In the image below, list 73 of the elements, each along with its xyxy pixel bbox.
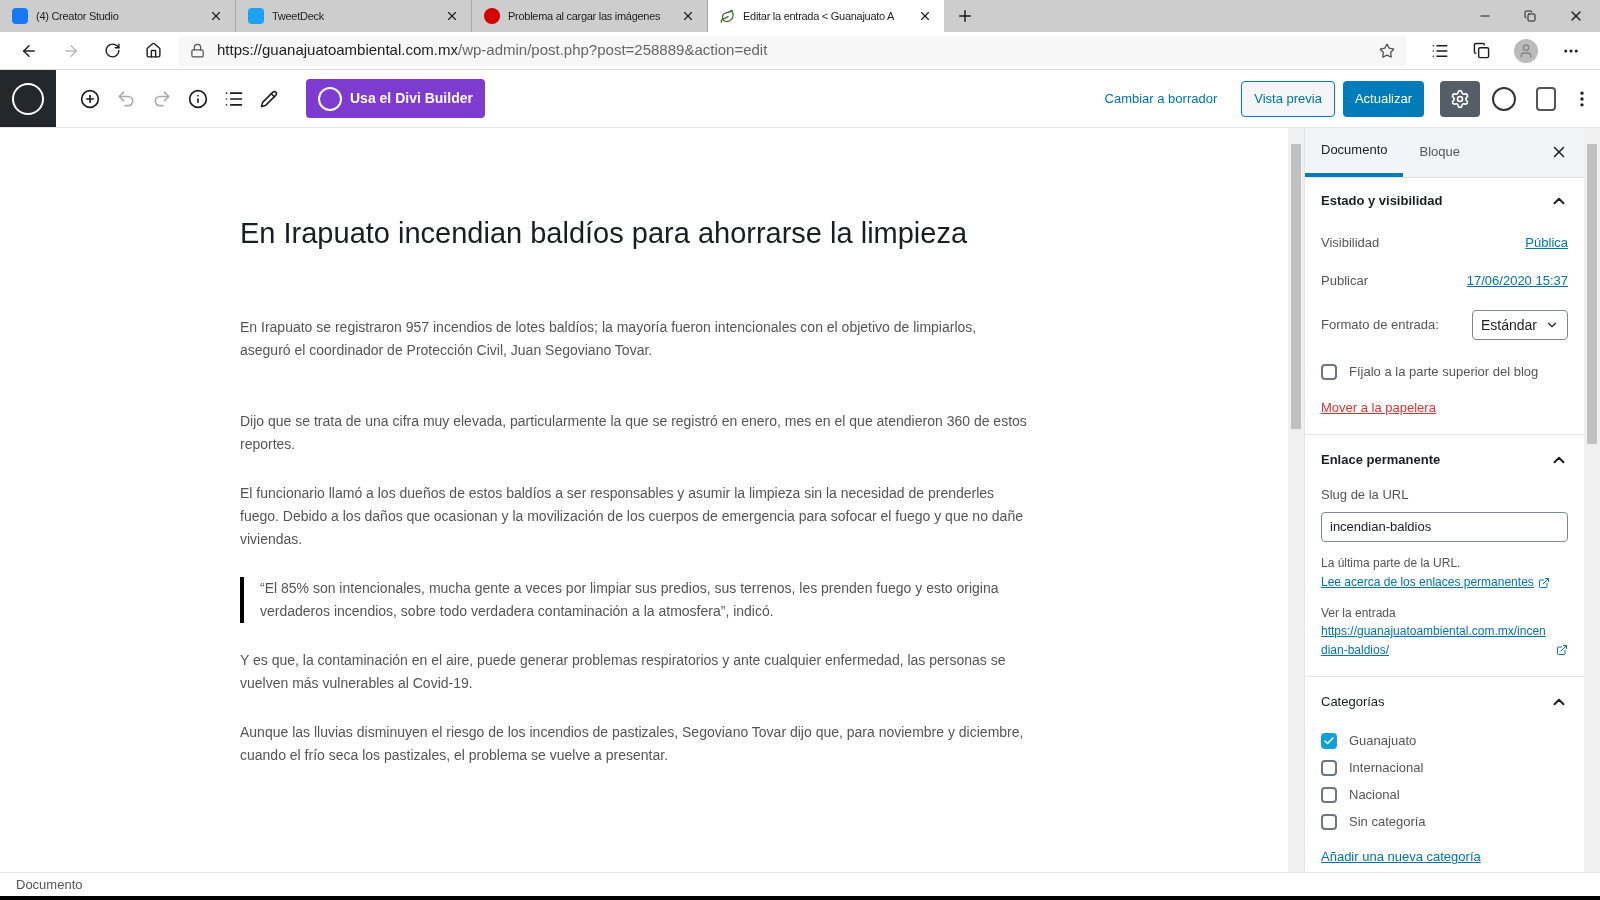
close-icon[interactable] — [681, 9, 695, 23]
tab-title: (4) Creator Studio — [36, 8, 120, 24]
field-label: Formato de entrada: — [1321, 316, 1439, 335]
new-tab-icon[interactable] — [956, 7, 974, 25]
preview-button[interactable]: Vista previa — [1241, 80, 1335, 117]
post-title[interactable]: En Irapuato incendian baldíos para ahorrarse la limpieza — [240, 212, 1028, 256]
check-icon — [1323, 734, 1335, 747]
paragraph[interactable]: Aunque las lluvias disminuyen el riesgo de los incendios de pastizales, Segoviano Tovar dijo que, para noviembre y diciembre, cuando el frío seca los pastizales, el problema se vuelve a presentar. — [240, 720, 1028, 767]
gear-icon — [1450, 88, 1470, 109]
checkbox-label: Nacional — [1349, 785, 1400, 804]
quote-text[interactable]: “El 85% son intencionales, mucha gente a veces por limpiar sus predios, sus terrenos, les prenden fuego y esto origina verdaderos incendios, sobre todo verdadera contaminación a la atmosfera”, indicó. — [260, 576, 1028, 623]
trash-link[interactable]: Mover a la papelera — [1321, 398, 1568, 418]
scrollbar[interactable] — [1288, 128, 1304, 872]
paragraph[interactable]: El funcionario llamó a los dueños de estos baldíos a ser responsables y asumir la limpieza sin la necesidad de prenderles fuego. Debido a los daños que ocasionan y la movilización de los cuerpos de emergencia para sofocar el fuego y que no dañe viviendas. — [240, 481, 1028, 551]
add-block-icon[interactable] — [80, 88, 100, 109]
checkbox-label: Fíjalo a la parte superior del blog — [1349, 363, 1539, 382]
sidebar-tab[interactable]: Documento — [1305, 128, 1404, 177]
tab-title: Editar la entrada < Guanajuato A — [743, 8, 896, 24]
browser-tab[interactable]: (4) Creator Studio — [0, 0, 236, 32]
field-label: Ver la entrada — [1321, 605, 1397, 622]
category-checkbox[interactable] — [1321, 759, 1337, 776]
info-icon[interactable] — [188, 88, 208, 109]
sticky-checkbox[interactable] — [1321, 364, 1337, 380]
close-icon[interactable] — [445, 9, 459, 23]
address-bar[interactable]: https://guanajuatoambiental.com.mx/wp-admin/post.php?post=258889&action=edit — [178, 35, 1407, 66]
category-checkbox[interactable] — [1321, 813, 1337, 830]
paragraph[interactable]: En Irapuato se registraron 957 incendios de lotes baldíos; la mayoría fueron intencionales con el objetivo de limpiarlos, aseguró el coordinador de Protección Civil, Juan Segoviano Tovar. — [240, 315, 1028, 362]
divi-builder-button[interactable]: Usa el Divi Builder — [306, 79, 485, 118]
reload-icon[interactable] — [104, 42, 121, 59]
field-label: Publicar — [1321, 272, 1368, 291]
update-button[interactable]: Actualizar — [1342, 80, 1424, 117]
scrollbar[interactable] — [1584, 128, 1600, 872]
slug-field[interactable]: incendian-baldios — [1321, 512, 1568, 542]
sidebar-tab[interactable]: Bloque — [1403, 128, 1476, 177]
panel-title[interactable]: Categorías — [1321, 692, 1385, 712]
home-icon[interactable] — [145, 42, 162, 59]
external-link-icon — [1537, 577, 1550, 589]
paragraph[interactable]: Dijo que se trata de una cifra muy elevada, particularmente la que se registró en enero, mes en el que atendieron 360 de estos reportes. — [240, 409, 1028, 456]
help-text: La última parte de la URL. — [1321, 555, 1462, 572]
publish-date-link[interactable]: 17/06/2020 15:37 — [1466, 271, 1568, 291]
checkbox-label: Sin categoría — [1349, 812, 1426, 831]
panel-title[interactable]: Enlace permanente — [1321, 449, 1441, 470]
tab-title: Problema al cargar las imágenes — [508, 8, 662, 24]
format-select[interactable]: Estándar — [1471, 310, 1568, 340]
browser-tab[interactable]: TweetDeck — [236, 0, 472, 32]
paragraph[interactable]: Y es que, la contaminación en el aire, puede generar problemas respiratorios y ante cualquier enfermedad, las personas se vuelven más vulnerables al Covid-19. — [240, 648, 1028, 695]
tab-title: TweetDeck — [272, 8, 325, 24]
close-icon[interactable] — [918, 9, 932, 23]
switch-to-draft-link[interactable]: Cambiar a borrador — [1104, 88, 1218, 109]
visibility-link[interactable]: Pública — [1525, 233, 1568, 253]
checkbox-label: Internacional — [1349, 758, 1424, 777]
square-logo-icon — [12, 8, 28, 24]
category-checkbox[interactable] — [1321, 732, 1337, 749]
panel-title[interactable]: Estado y visibilidad — [1321, 191, 1443, 211]
browser-tab[interactable]: Editar la entrada < Guanajuato A — [708, 0, 944, 32]
settings-button[interactable] — [1440, 80, 1480, 117]
external-link-icon — [1556, 644, 1568, 656]
category-checkbox[interactable] — [1321, 786, 1337, 803]
collections-icon[interactable] — [1473, 42, 1490, 59]
post-url-link[interactable]: https://guanajuatoambiental.com.mx/incendian-baldios/ — [1321, 622, 1552, 660]
close-icon[interactable] — [209, 9, 223, 23]
edit-icon[interactable] — [260, 89, 278, 108]
leaf-icon — [720, 8, 735, 24]
restore-icon[interactable] — [1524, 10, 1536, 22]
avatar-icon[interactable] — [1514, 38, 1538, 63]
breadcrumb[interactable]: Documento — [16, 874, 83, 895]
bird-icon — [248, 8, 264, 24]
add-category-link[interactable]: Añadir una nueva categoría — [1321, 847, 1568, 867]
field-label: Slug de la URL — [1321, 485, 1410, 504]
field-label: Visibilidad — [1321, 234, 1380, 253]
permalink-docs-link[interactable]: Lee acerca de los enlaces permanentes — [1321, 573, 1534, 592]
checkbox-label: Guanajuato — [1349, 731, 1417, 750]
round-logo-icon — [484, 8, 500, 24]
